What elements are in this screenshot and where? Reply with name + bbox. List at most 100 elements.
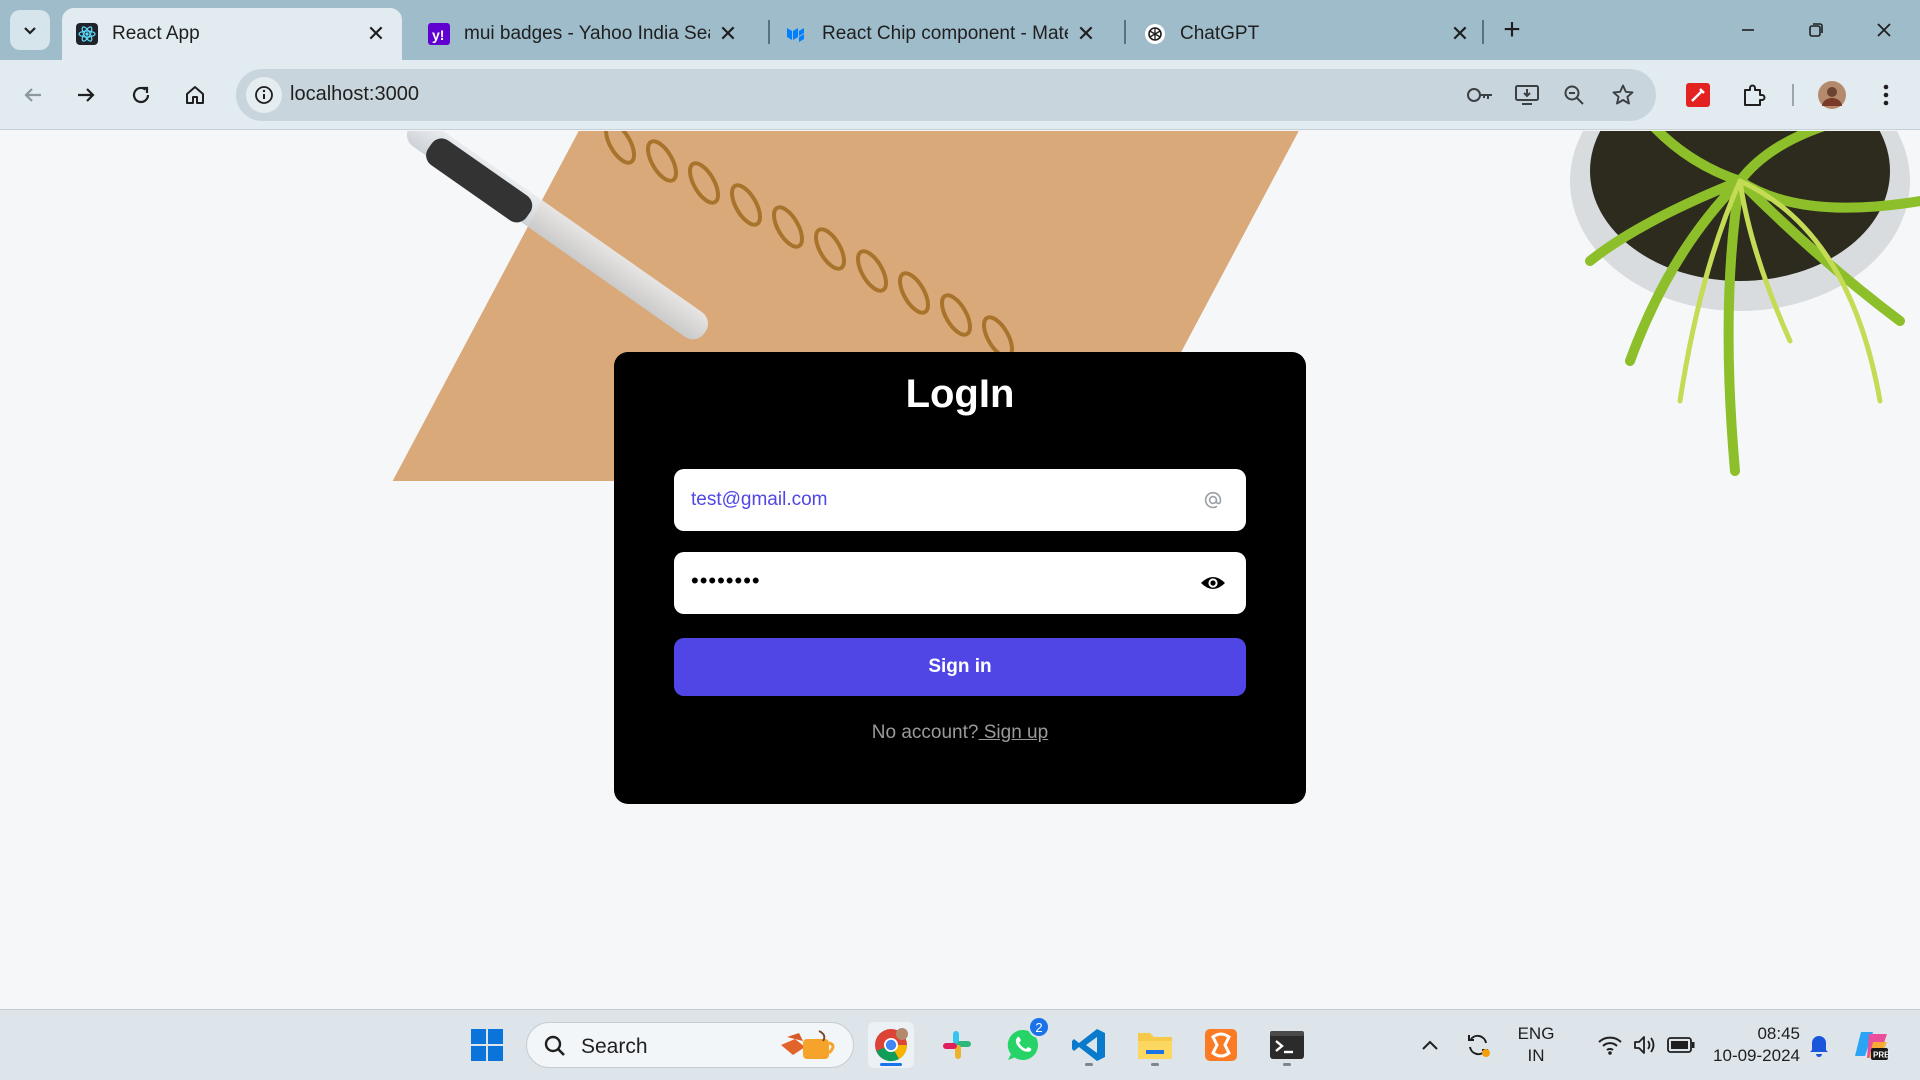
reload-button[interactable]	[121, 75, 161, 115]
bookmark-button[interactable]	[1609, 81, 1637, 109]
svg-text:PRE: PRE	[1873, 1051, 1889, 1060]
tab-title: React Chip component - Material UI	[822, 23, 1068, 44]
taskbar-xampp[interactable]	[1198, 1022, 1244, 1068]
close-window-button[interactable]	[1864, 12, 1904, 48]
network-volume-battery-group[interactable]	[1576, 1022, 1716, 1068]
tab-search-button[interactable]	[10, 10, 50, 50]
taskbar-terminal[interactable]	[1264, 1022, 1310, 1068]
tab-title: mui badges - Yahoo India Search	[464, 23, 710, 44]
browser-tab-strip: React App ✕ y! mui badges - Yahoo India …	[0, 0, 1920, 60]
terminal-icon	[1270, 1031, 1304, 1059]
language-code: ENG	[1517, 1024, 1555, 1043]
tab-separator	[1124, 20, 1126, 44]
extensions-button[interactable]	[1733, 75, 1773, 115]
tab-yahoo-search[interactable]: y! mui badges - Yahoo India Search ✕	[414, 8, 754, 60]
back-button[interactable]	[13, 75, 53, 115]
zoom-out-icon	[1564, 85, 1584, 105]
new-tab-button[interactable]: +	[1496, 13, 1528, 46]
react-icon	[76, 23, 98, 45]
restore-button[interactable]	[1796, 12, 1836, 48]
info-icon	[255, 86, 273, 104]
home-button[interactable]	[175, 75, 215, 115]
taskbar-chrome[interactable]	[868, 1022, 914, 1068]
notifications-button[interactable]	[1798, 1022, 1840, 1068]
taskbar-whatsapp[interactable]: 2	[1000, 1016, 1050, 1068]
search-label: Search	[581, 1035, 648, 1058]
folder-icon	[1138, 1033, 1172, 1059]
svg-text:y!: y!	[432, 27, 444, 43]
url-text[interactable]: localhost:3000	[290, 83, 419, 106]
tab-react-app[interactable]: React App ✕	[62, 8, 402, 60]
reload-icon	[132, 86, 150, 104]
install-icon	[1515, 85, 1539, 105]
arrow-left-icon	[24, 88, 41, 102]
start-button[interactable]	[464, 1022, 510, 1068]
password-key-button[interactable]	[1466, 81, 1494, 109]
minimize-icon	[1742, 29, 1754, 31]
taskbar-search-box[interactable]: Search	[526, 1022, 854, 1068]
battery-icon	[1667, 1037, 1695, 1053]
menu-button[interactable]	[1866, 75, 1906, 115]
color-picker-extension-icon	[1686, 83, 1710, 107]
no-account-text: No account?	[871, 722, 979, 743]
clock-time: 08:45	[1757, 1024, 1800, 1043]
eye-icon[interactable]	[1198, 568, 1228, 598]
password-field[interactable]: ••••••••	[674, 552, 1246, 614]
sync-tray-icon[interactable]	[1456, 1022, 1500, 1068]
toolbar-divider	[1792, 84, 1794, 106]
notification-badge: 2	[1028, 1016, 1050, 1038]
taskbar-vscode[interactable]	[1066, 1022, 1112, 1068]
mui-icon	[786, 23, 808, 45]
password-value[interactable]: ••••••••	[691, 568, 761, 594]
bell-icon	[1810, 1036, 1828, 1057]
clock-date: 10-09-2024	[1713, 1046, 1800, 1065]
tab-chatgpt[interactable]: ChatGPT ✕	[1130, 8, 1486, 60]
email-value[interactable]: test@gmail.com	[691, 489, 828, 511]
sign-up-link[interactable]: Sign up	[978, 722, 1048, 743]
star-icon	[1612, 84, 1634, 105]
tab-separator	[1482, 20, 1484, 44]
arrow-right-icon	[78, 88, 95, 102]
page-content: LogIn test@gmail.com •••••••• Sign in No…	[0, 131, 1920, 1009]
minimize-button[interactable]	[1728, 12, 1768, 48]
running-indicator	[1151, 1063, 1159, 1066]
volume-icon	[1634, 1036, 1655, 1054]
yahoo-icon: y!	[428, 23, 450, 45]
wifi-icon	[1598, 1036, 1622, 1055]
chatgpt-icon	[1144, 23, 1166, 45]
forward-button[interactable]	[66, 75, 106, 115]
extension-red-button[interactable]	[1678, 75, 1718, 115]
search-icon	[544, 1035, 565, 1056]
address-bar[interactable]: localhost:3000	[236, 69, 1656, 121]
profile-button[interactable]	[1812, 75, 1852, 115]
chrome-icon	[875, 1028, 908, 1062]
language-indicator[interactable]: ENG IN	[1508, 1023, 1564, 1067]
close-icon[interactable]: ✕	[716, 21, 740, 46]
region-code: IN	[1527, 1046, 1545, 1065]
close-icon[interactable]: ✕	[1074, 21, 1098, 46]
tab-title: React App	[112, 23, 200, 44]
tab-separator	[768, 20, 770, 44]
sync-icon	[1468, 1034, 1490, 1057]
close-icon[interactable]: ✕	[364, 21, 388, 46]
close-icon[interactable]: ✕	[1448, 21, 1472, 46]
copilot-button[interactable]: PRE	[1848, 1022, 1894, 1068]
install-app-button[interactable]	[1513, 81, 1541, 109]
running-indicator	[1085, 1063, 1093, 1066]
email-field[interactable]: test@gmail.com	[674, 469, 1246, 531]
key-icon	[1467, 88, 1492, 102]
zoom-button[interactable]	[1560, 81, 1588, 109]
taskbar-slack[interactable]	[934, 1022, 980, 1068]
site-info-button[interactable]	[246, 77, 282, 113]
chevron-down-icon	[24, 27, 36, 35]
tab-mui-chip[interactable]: React Chip component - Material UI ✕	[772, 8, 1112, 60]
windows-logo-icon	[471, 1029, 503, 1061]
page-title: LogIn	[905, 372, 1015, 416]
login-card: LogIn test@gmail.com •••••••• Sign in No…	[614, 352, 1306, 804]
taskbar-file-explorer[interactable]	[1132, 1022, 1178, 1068]
restore-icon	[1809, 23, 1823, 37]
copilot-icon: PRE	[1855, 1032, 1889, 1060]
show-hidden-icons-button[interactable]	[1408, 1022, 1452, 1068]
clock[interactable]: 08:45 10-09-2024	[1700, 1023, 1800, 1067]
sign-in-button[interactable]: Sign in	[674, 638, 1246, 696]
